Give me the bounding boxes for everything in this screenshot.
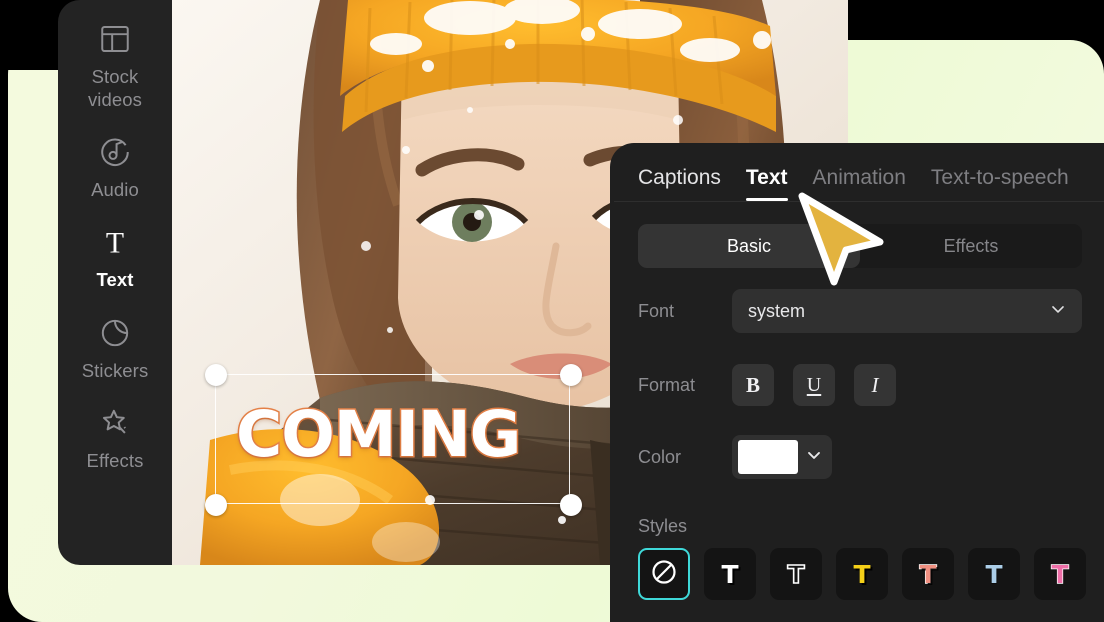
panel-tabs: Captions Text Animation Text-to-speech [610,143,1104,201]
sidebar-item-label: Stickers [81,359,149,381]
style-tile-outline[interactable]: T [770,548,822,600]
chevron-down-icon [1048,299,1068,324]
star-sparkle-icon [98,406,132,440]
audio-note-circle-icon [98,135,132,169]
font-label: Font [638,300,675,321]
text-style-icon: T [853,559,871,589]
text-style-icon: T [787,559,806,589]
font-select-value: system [748,300,806,321]
text-style-icon: T [985,559,1004,589]
sidebar-item-text[interactable]: T Text [58,211,172,301]
resize-handle-bottom-left[interactable] [205,494,227,516]
style-tile-salmon[interactable]: T [902,548,954,600]
sticker-circle-icon [98,316,132,350]
tab-captions[interactable]: Captions [638,166,721,201]
svg-text:T: T [106,227,124,259]
color-picker[interactable] [732,435,832,479]
style-tile-none[interactable] [638,548,690,600]
text-style-icon: T [1051,559,1070,589]
color-swatch[interactable] [738,440,798,474]
tabs-divider [614,201,1104,202]
sidebar-item-label: Effects [86,449,144,471]
color-row: Color [638,435,832,479]
styles-label: Styles [638,516,688,536]
sidebar-item-label: Stock videos [87,66,143,111]
tab-animation[interactable]: Animation [813,166,906,201]
styles-grid: T T T T T T [638,548,1088,600]
layout-grid-icon [98,22,132,56]
resize-handle-bottom-right[interactable] [560,494,582,516]
segment-basic[interactable]: Basic [638,224,860,268]
format-label: Format [638,374,696,395]
bold-button[interactable]: B [732,364,774,406]
app-root: Stock videos Audio T Text Stickers Effec… [0,0,1104,622]
sidebar-item-label: Audio [91,179,139,201]
underline-button[interactable]: U [793,364,835,406]
style-tile-white-solid[interactable]: T [704,548,756,600]
resize-handle-top-right[interactable] [560,364,582,386]
basic-effects-segmented-control: Basic Effects [638,224,1082,268]
style-tile-light-blue[interactable]: T [968,548,1020,600]
font-select[interactable]: system [732,289,1082,333]
style-tile-pink[interactable]: T [1034,548,1086,600]
no-style-icon [650,558,678,591]
resize-handle-top-left[interactable] [205,364,227,386]
sidebar-item-audio[interactable]: Audio [58,121,172,211]
overlay-text[interactable]: COMING [234,397,522,473]
text-t-icon: T [98,225,132,259]
chevron-down-icon [804,445,824,470]
sidebar-item-effects[interactable]: Effects [58,392,172,482]
bold-glyph: B [745,372,760,397]
tool-sidebar: Stock videos Audio T Text Stickers Effec… [58,0,172,565]
segment-effects[interactable]: Effects [860,224,1082,268]
underline-glyph: U [806,373,822,396]
text-style-icon: T [919,559,937,589]
color-label: Color [638,446,682,467]
italic-glyph: I [871,372,879,397]
format-row: Format B U I [638,364,915,406]
style-tile-yellow[interactable]: T [836,548,888,600]
tab-text-to-speech[interactable]: Text-to-speech [931,166,1069,201]
sidebar-item-stock-videos[interactable]: Stock videos [58,8,172,121]
font-row: Font system [638,289,1082,333]
sidebar-item-label: Text [96,269,134,291]
sidebar-item-stickers[interactable]: Stickers [58,302,172,392]
tab-text[interactable]: Text [745,166,788,201]
italic-button[interactable]: I [854,364,896,406]
text-style-icon: T [721,559,739,589]
